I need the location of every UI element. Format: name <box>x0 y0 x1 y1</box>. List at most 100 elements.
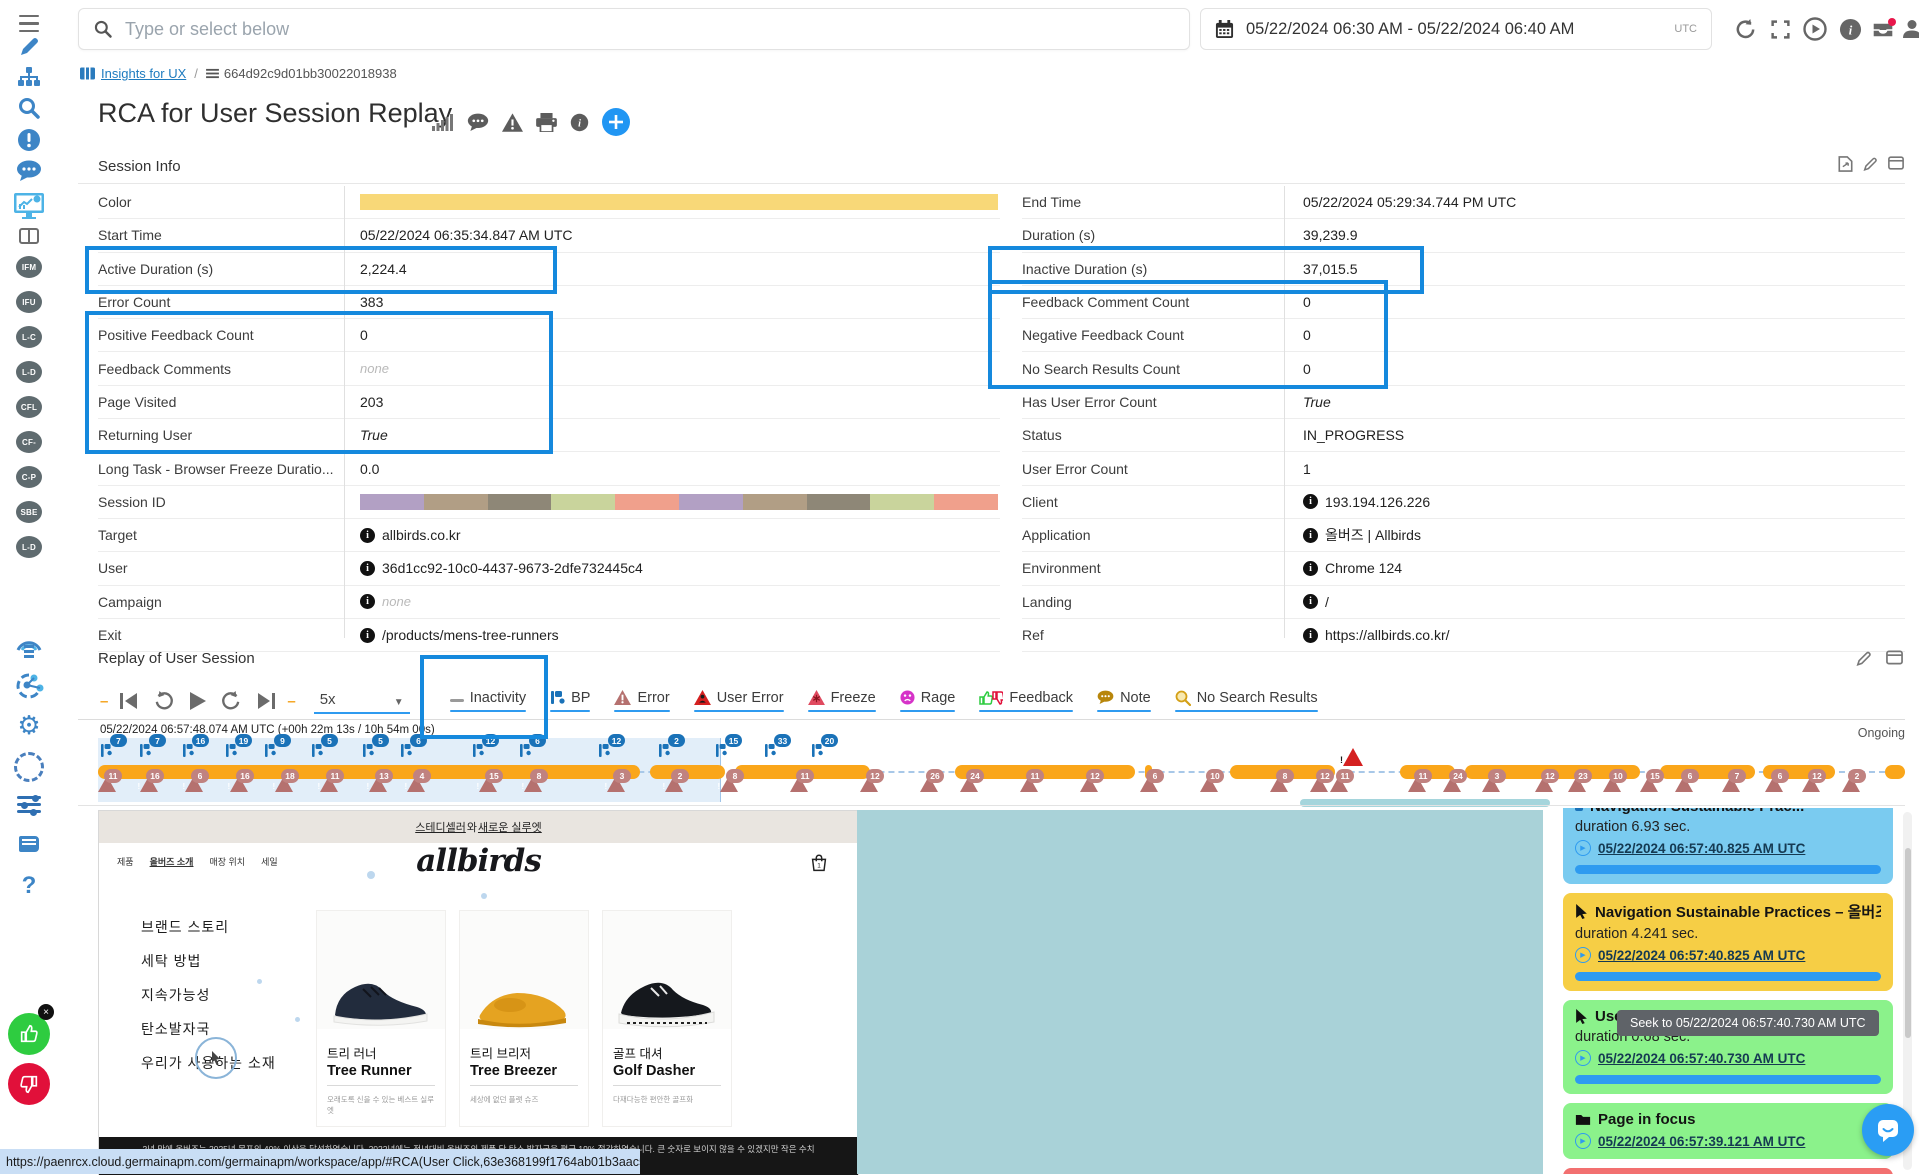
menu-icon[interactable] <box>19 12 39 35</box>
event-timestamp-link[interactable]: 05/22/2024 06:57:40.825 AM UTC <box>1598 841 1805 856</box>
comment-icon[interactable] <box>467 113 489 132</box>
legend-item-rage[interactable]: Rage <box>900 690 956 713</box>
alert-icon[interactable] <box>17 128 41 152</box>
error-marker[interactable]: !15 <box>479 776 497 792</box>
error-marker[interactable]: !12 <box>1080 776 1098 792</box>
banner-link-steady-seller[interactable]: 스테디셀러 <box>415 819 466 835</box>
thumbs-down-button[interactable] <box>8 1063 50 1105</box>
error-marker[interactable]: !8 <box>720 776 738 792</box>
site-nav-item[interactable]: 매장 위치 <box>209 855 245 868</box>
edit-icon[interactable] <box>18 36 40 58</box>
error-marker[interactable]: !7 <box>1722 776 1740 792</box>
speed-select[interactable]: 5x▼ <box>314 689 410 714</box>
site-nav-item[interactable]: 세일 <box>261 855 278 868</box>
error-marker[interactable]: !3 <box>607 776 625 792</box>
skip-to-end-button[interactable] <box>256 692 276 710</box>
play-icon[interactable]: ▶ <box>1575 1133 1591 1149</box>
error-marker[interactable]: !10 <box>1200 776 1218 792</box>
event-card-4[interactable]: Page in focus▶05/22/2024 06:57:39.121 AM… <box>1563 1103 1893 1159</box>
error-marker[interactable]: !18 <box>275 776 293 792</box>
error-marker[interactable]: !2 <box>665 776 683 792</box>
sliders-icon[interactable] <box>17 794 41 814</box>
global-search[interactable] <box>78 8 1190 50</box>
play-icon[interactable]: ▶ <box>1575 947 1591 963</box>
event-card-5[interactable]: First <box>1563 1168 1893 1174</box>
sidebar-item-ifu[interactable]: IFU <box>16 291 42 313</box>
error-marker[interactable]: !24 <box>960 776 978 792</box>
book-icon[interactable] <box>19 836 39 852</box>
user-error-marker[interactable]: ! <box>1343 748 1363 766</box>
info-icon[interactable]: i <box>360 594 375 609</box>
rail-scrollbar-thumb[interactable] <box>1905 848 1911 1038</box>
info-icon[interactable]: i <box>360 628 375 643</box>
export-icon[interactable] <box>1838 156 1853 172</box>
banner-link-new-silhouette[interactable]: 새로운 실루엣 <box>478 819 542 835</box>
sidebar-item-cfl[interactable]: CFL <box>16 396 42 418</box>
error-marker[interactable]: !11 <box>320 776 338 792</box>
site-menu-item[interactable]: 지속가능성 <box>141 985 276 1005</box>
add-button[interactable] <box>602 108 630 136</box>
play-button[interactable] <box>188 691 207 711</box>
error-marker[interactable]: !6 <box>1140 776 1158 792</box>
info-icon[interactable]: i <box>570 113 589 132</box>
error-marker[interactable]: !11 <box>1020 776 1038 792</box>
error-marker[interactable]: !11 <box>1408 776 1426 792</box>
error-marker[interactable]: !16 <box>230 776 248 792</box>
error-marker[interactable]: !11 <box>98 776 116 792</box>
info-icon[interactable]: i <box>1303 561 1318 576</box>
replay-timeline[interactable]: 05/22/2024 06:57:48.074 AM UTC (+00h 22m… <box>98 722 1905 802</box>
gear-icon[interactable]: ⚙ <box>17 712 40 738</box>
error-marker[interactable]: !26 <box>920 776 938 792</box>
event-timestamp-link[interactable]: 05/22/2024 06:57:40.825 AM UTC <box>1598 948 1805 963</box>
error-marker[interactable]: !10 <box>1603 776 1621 792</box>
info-icon[interactable]: i <box>1303 594 1318 609</box>
site-menu-item[interactable]: 세탁 방법 <box>141 951 276 971</box>
legend-item-freeze[interactable]: Freeze <box>808 690 876 713</box>
window-icon[interactable] <box>1886 650 1903 665</box>
sidebar-item-l-d[interactable]: L-D <box>16 536 42 558</box>
warning-icon[interactable] <box>502 113 523 132</box>
legend-item-bp[interactable]: BP <box>550 690 590 713</box>
sidebar-item-l-c[interactable]: L-C <box>16 326 42 348</box>
error-marker[interactable]: !8 <box>524 776 542 792</box>
monitor-chart-icon[interactable] <box>13 192 45 220</box>
dashed-circle-icon[interactable] <box>14 752 44 782</box>
info-icon[interactable]: i <box>1836 15 1864 43</box>
error-marker[interactable]: !2 <box>1842 776 1860 792</box>
site-menu-item[interactable]: 탄소발자국 <box>141 1019 276 1039</box>
error-marker[interactable]: !11 <box>790 776 808 792</box>
error-marker[interactable]: !24 <box>1443 776 1461 792</box>
signal-bars-icon[interactable] <box>432 114 454 131</box>
legend-item-feedback[interactable]: Feedback <box>979 690 1073 713</box>
error-marker[interactable]: !6 <box>1765 776 1783 792</box>
sidebar-item-cf-[interactable]: CF- <box>16 431 42 453</box>
info-icon[interactable]: i <box>1303 494 1318 509</box>
date-range-picker[interactable]: 05/22/2024 06:30 AM - 05/22/2024 06:40 A… <box>1200 8 1712 50</box>
error-marker[interactable]: !23 <box>1568 776 1586 792</box>
play-icon[interactable] <box>1801 15 1829 43</box>
edit-icon[interactable] <box>1856 650 1872 667</box>
error-marker[interactable]: !13 <box>369 776 387 792</box>
info-icon[interactable]: i <box>1303 528 1318 543</box>
site-nav-item[interactable]: 제품 <box>117 855 134 868</box>
sidebar-item-ifm[interactable]: IFM <box>16 256 42 278</box>
skip-to-start-button[interactable] <box>119 692 139 710</box>
error-marker[interactable]: !12 <box>860 776 878 792</box>
play-icon[interactable]: ▶ <box>1575 1050 1591 1066</box>
play-icon[interactable]: ▶ <box>1575 840 1591 856</box>
comments-icon[interactable] <box>16 160 42 182</box>
info-icon[interactable]: i <box>1303 628 1318 643</box>
error-marker[interactable]: !6 <box>185 776 203 792</box>
help-icon[interactable]: ? <box>22 872 37 900</box>
legend-item-no-search-results[interactable]: No Search Results <box>1175 690 1318 713</box>
error-marker[interactable]: !6 <box>1675 776 1693 792</box>
share-sync-icon[interactable] <box>14 672 44 700</box>
search-input[interactable] <box>123 18 1175 41</box>
legend-item-user-error[interactable]: User Error <box>694 690 784 713</box>
event-timestamp-link[interactable]: 05/22/2024 06:57:39.121 AM UTC <box>1598 1134 1805 1149</box>
error-marker[interactable]: !8 <box>1270 776 1288 792</box>
window-icon[interactable] <box>1888 156 1904 170</box>
site-menu-item[interactable]: 브랜드 스토리 <box>141 917 276 937</box>
columns-icon[interactable] <box>19 228 39 244</box>
site-nav-item[interactable]: 올버즈 소개 <box>150 855 194 868</box>
